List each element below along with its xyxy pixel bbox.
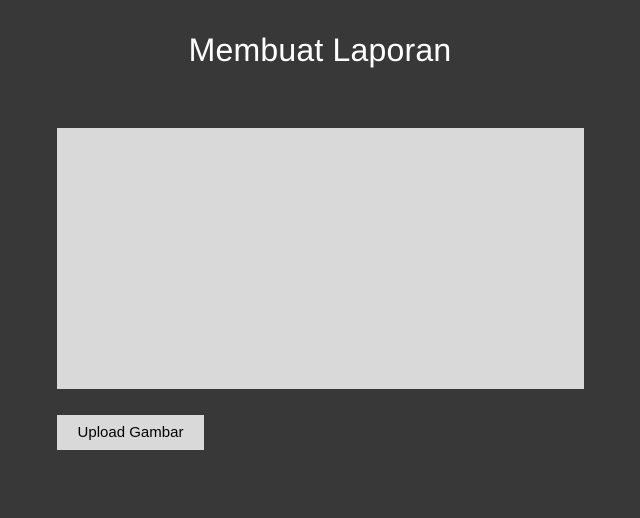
page-title: Membuat Laporan [188, 32, 452, 68]
image-preview-area [57, 128, 584, 389]
upload-image-button[interactable]: Upload Gambar [57, 415, 204, 450]
